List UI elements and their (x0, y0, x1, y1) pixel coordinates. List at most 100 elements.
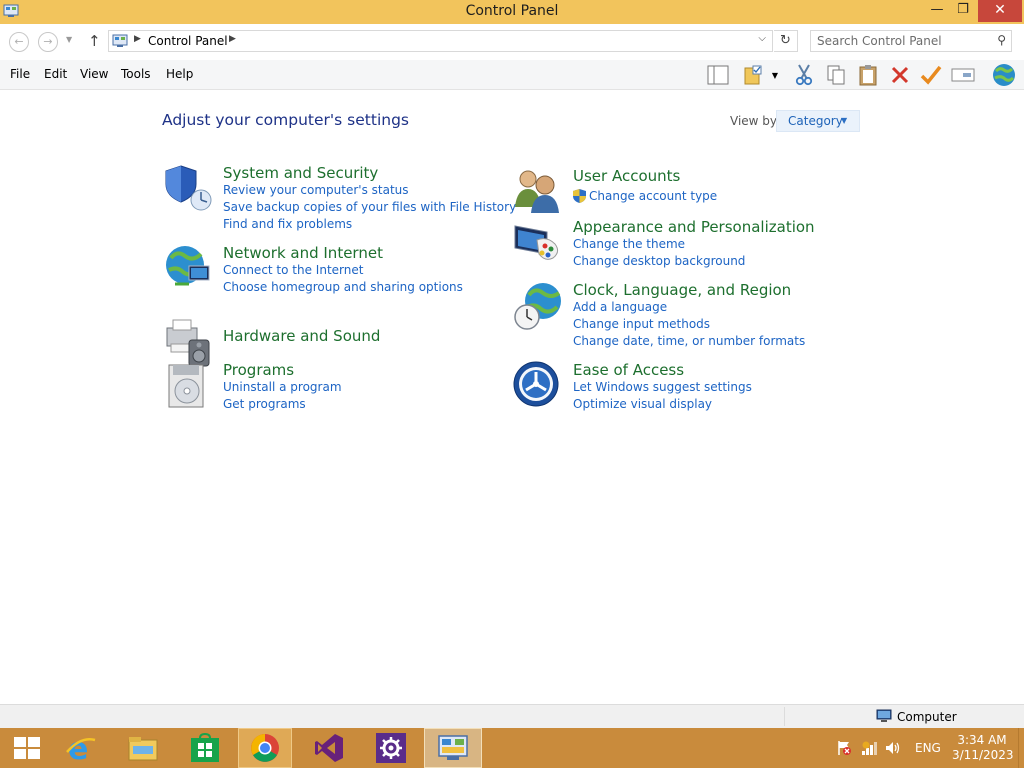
windows-logo-icon (14, 737, 40, 759)
shield-icon[interactable] (163, 164, 213, 214)
menu-help[interactable]: Help (166, 67, 193, 81)
settings-gear-tile (376, 733, 406, 763)
taskbar-windows-store[interactable] (178, 728, 232, 768)
forward-button[interactable]: → (38, 32, 58, 52)
paste-button[interactable] (856, 63, 880, 87)
chevron-right-icon[interactable]: ▶ (229, 34, 236, 44)
link-windows-suggest[interactable]: Let Windows suggest settings (573, 380, 752, 394)
chevron-right-icon[interactable]: ▶ (134, 34, 141, 44)
search-icon[interactable]: ⚲ (997, 33, 1006, 47)
taskbar-internet-explorer[interactable]: e (54, 728, 108, 768)
link-optimize-display[interactable]: Optimize visual display (573, 397, 712, 411)
taskbar-visual-studio[interactable] (302, 728, 356, 768)
category-title[interactable]: Hardware and Sound (223, 327, 380, 345)
control-panel-icon (438, 735, 468, 760)
category-title[interactable]: Programs (223, 361, 294, 379)
refresh-button[interactable]: ↻ (774, 30, 798, 52)
chevron-down-icon[interactable]: ⌵ (758, 33, 766, 44)
clock-globe-icon[interactable] (513, 281, 563, 331)
views-button[interactable] (743, 63, 767, 87)
back-button[interactable]: ← (9, 32, 29, 52)
action-center-flag-icon[interactable] (836, 740, 852, 756)
recent-locations-dropdown[interactable]: ▼ (66, 35, 72, 44)
menu-tools[interactable]: Tools (121, 67, 151, 81)
menu-edit[interactable]: Edit (44, 67, 67, 81)
search-box[interactable]: ⚲ (810, 30, 1012, 52)
minimize-button[interactable]: — (923, 0, 951, 22)
arrow-up-icon: ↑ (88, 32, 101, 50)
taskbar-settings[interactable] (364, 728, 418, 768)
menu-bar: File Edit View Tools Help ▼ (0, 60, 1024, 90)
link-find-fix-problems[interactable]: Find and fix problems (223, 217, 352, 231)
category-title[interactable]: System and Security (223, 164, 378, 182)
taskbar-chrome[interactable] (238, 728, 292, 768)
start-button[interactable] (0, 728, 54, 768)
content-area: Adjust your computer's settings View by:… (0, 90, 1024, 704)
arrow-right-icon: → (43, 35, 53, 48)
category-title[interactable]: Appearance and Personalization (573, 218, 815, 236)
breadcrumb-control-panel[interactable]: Control Panel (148, 34, 228, 48)
link-connect-internet[interactable]: Connect to the Internet (223, 263, 363, 277)
rename-button[interactable] (951, 63, 975, 87)
link-change-account-type[interactable]: Change account type (589, 189, 717, 203)
clock-date: 3/11/2023 (952, 748, 1014, 762)
link-file-history[interactable]: Save backup copies of your files with Fi… (223, 200, 516, 214)
address-bar[interactable]: ▶ Control Panel ▶ ⌵ (108, 30, 773, 52)
cut-button[interactable] (792, 63, 816, 87)
category-user-accounts: User Accounts Change account type (513, 167, 843, 213)
search-input[interactable] (817, 33, 987, 49)
category-title[interactable]: Network and Internet (223, 244, 383, 262)
users-icon[interactable] (513, 167, 563, 217)
internet-button[interactable] (990, 63, 1018, 87)
layout-pane-button[interactable] (706, 63, 730, 87)
link-homegroup-sharing[interactable]: Choose homegroup and sharing options (223, 280, 463, 294)
view-by-dropdown[interactable]: Category ▼ (776, 110, 860, 132)
ease-of-access-icon[interactable] (513, 361, 563, 411)
properties-button[interactable] (919, 63, 943, 87)
link-desktop-background[interactable]: Change desktop background (573, 254, 745, 268)
category-hardware-sound: Hardware and Sound (163, 318, 493, 367)
copy-button[interactable] (824, 63, 848, 87)
category-ease-of-access: Ease of Access Let Windows suggest setti… (513, 361, 843, 411)
settings-gear-icon (380, 737, 402, 759)
network-globe-icon[interactable] (163, 244, 213, 294)
view-by-value[interactable]: Category (788, 114, 843, 128)
programs-disc-icon[interactable] (163, 361, 213, 411)
volume-speaker-icon[interactable] (885, 740, 901, 756)
clipboard-icon (859, 65, 877, 86)
taskbar-control-panel[interactable] (424, 728, 482, 768)
copy-icon (827, 65, 845, 85)
globe-icon (993, 64, 1015, 86)
link-add-language[interactable]: Add a language (573, 300, 667, 314)
up-button[interactable]: ↑ (88, 32, 101, 50)
link-date-time-formats[interactable]: Change date, time, or number formats (573, 334, 805, 348)
monitor-palette-icon[interactable] (513, 218, 563, 268)
taskbar-file-explorer[interactable] (116, 728, 170, 768)
clock[interactable]: 3:34 AM 3/11/2023 (952, 733, 1014, 763)
layout-pane-icon (707, 65, 729, 85)
caret-down-icon[interactable]: ▼ (841, 116, 847, 125)
menu-file[interactable]: File (10, 67, 30, 81)
maximize-button[interactable]: ❐ (949, 0, 977, 22)
category-clock-language-region: Clock, Language, and Region Add a langua… (513, 281, 843, 349)
caret-down-icon: ▼ (771, 70, 779, 80)
link-uninstall-program[interactable]: Uninstall a program (223, 380, 342, 394)
link-review-status[interactable]: Review your computer's status (223, 183, 409, 197)
input-language-indicator[interactable]: ENG (915, 741, 941, 755)
taskbar: e ENG 3:34 AM 3/11/2023 (0, 728, 1024, 768)
menu-view[interactable]: View (80, 67, 108, 81)
category-title[interactable]: Clock, Language, and Region (573, 281, 791, 299)
show-desktop-button[interactable] (1018, 728, 1024, 768)
network-signal-icon[interactable] (861, 740, 877, 756)
views-dropdown[interactable]: ▼ (768, 63, 782, 87)
link-get-programs[interactable]: Get programs (223, 397, 306, 411)
link-input-methods[interactable]: Change input methods (573, 317, 710, 331)
arrow-left-icon: ← (14, 35, 24, 48)
internet-explorer-icon: e (66, 732, 96, 764)
category-title[interactable]: User Accounts (573, 167, 680, 185)
link-change-theme[interactable]: Change the theme (573, 237, 685, 251)
close-button[interactable]: ✕ (978, 0, 1022, 22)
status-bar: Computer (0, 704, 1024, 728)
delete-button[interactable] (888, 63, 912, 87)
category-title[interactable]: Ease of Access (573, 361, 684, 379)
